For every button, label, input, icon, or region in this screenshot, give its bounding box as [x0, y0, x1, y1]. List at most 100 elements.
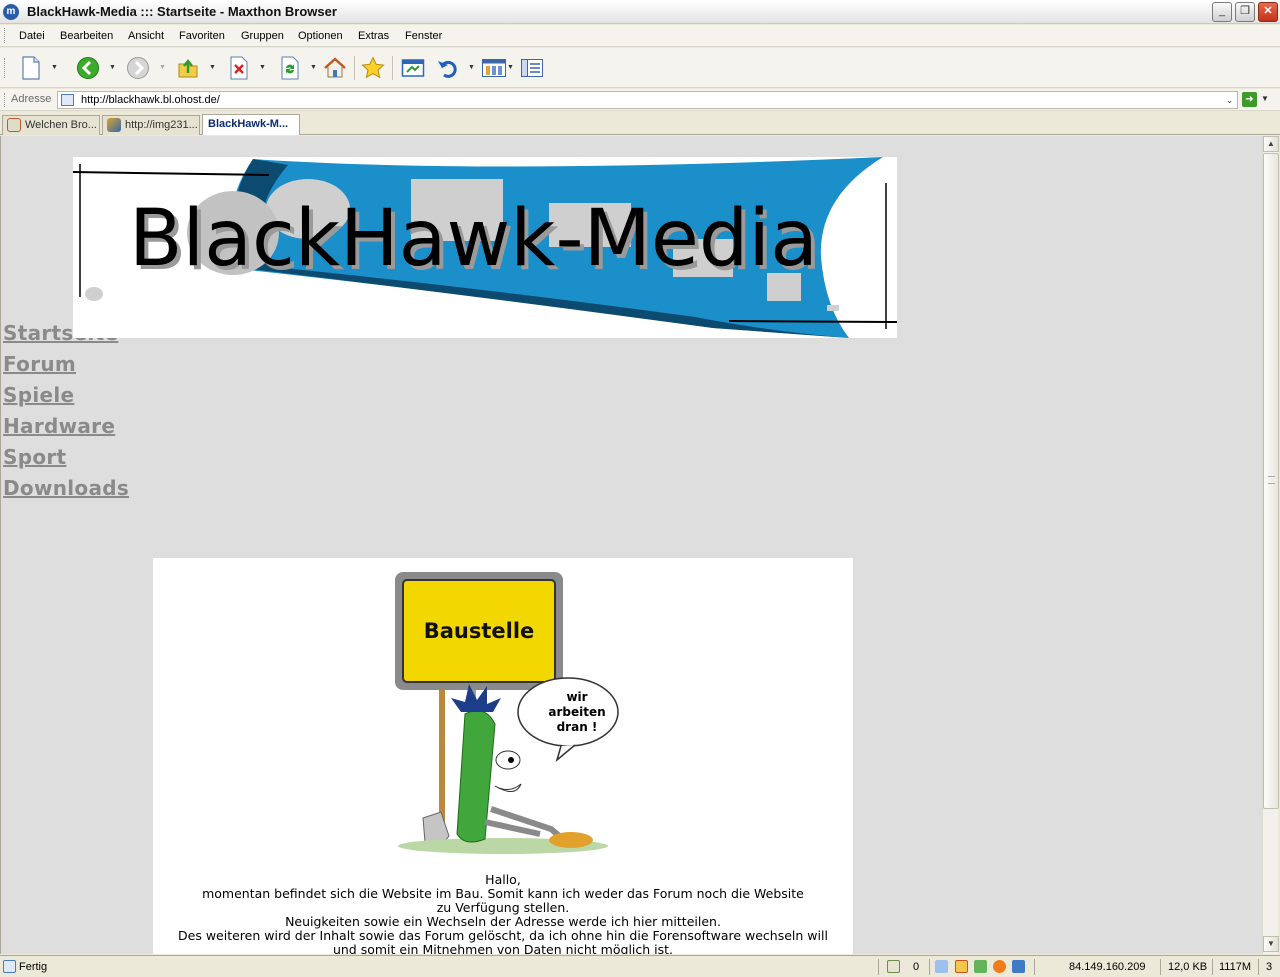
- menu-gruppen[interactable]: Gruppen: [241, 30, 284, 42]
- scroll-up-icon[interactable]: ▲: [1263, 136, 1279, 152]
- image-icon: [107, 118, 121, 132]
- menu-fenster[interactable]: Fenster: [405, 30, 442, 42]
- back-dropdown-icon[interactable]: ▼: [109, 64, 116, 71]
- url-history-dropdown-icon[interactable]: ⌄: [1224, 94, 1235, 106]
- construction-illustration: Baustelle wir arbeiten dran !: [395, 572, 619, 854]
- toolbar-separator: [392, 56, 393, 80]
- columns-icon[interactable]: [481, 55, 507, 81]
- stop-dropdown-icon[interactable]: ▼: [259, 64, 266, 71]
- trash-icon[interactable]: [887, 960, 900, 973]
- restore-button[interactable]: ❐: [1235, 2, 1255, 22]
- nav-link-hardware[interactable]: Hardware: [3, 411, 129, 442]
- status-counter: 0: [913, 961, 920, 973]
- page-icon: [7, 118, 21, 132]
- page-status-icon: [3, 960, 16, 973]
- go-arrow-icon[interactable]: ➜: [1242, 92, 1257, 107]
- toolbar-separator: [354, 56, 355, 80]
- construction-message: Hallo, momentan befindet sich die Websit…: [153, 872, 853, 955]
- favorites-star-icon[interactable]: [360, 55, 386, 81]
- url-field[interactable]: ⌄: [57, 91, 1238, 109]
- forward-dropdown-icon[interactable]: ▼: [159, 64, 166, 71]
- status-ip: 84.149.160.209: [1069, 961, 1146, 973]
- bubble-line-1: wir: [566, 690, 587, 704]
- list-view-icon[interactable]: [519, 55, 545, 81]
- status-tabs-count: 3: [1266, 961, 1273, 973]
- bubble-line-3: dran !: [557, 720, 598, 734]
- open-window-icon[interactable]: [400, 55, 426, 81]
- tab-welchen-browser[interactable]: Welchen Bro...: [2, 115, 100, 135]
- undo-dropdown-icon[interactable]: ▼: [468, 64, 475, 71]
- tab-label: http://img231...: [125, 119, 198, 131]
- columns-dropdown-icon[interactable]: ▼: [507, 64, 514, 71]
- page-viewport: Startseite Forum Spiele Hardware Sport D…: [0, 136, 1262, 954]
- network-icon[interactable]: [935, 960, 948, 973]
- refresh-dropdown-icon[interactable]: ▼: [310, 64, 317, 71]
- menu-optionen[interactable]: Optionen: [298, 30, 343, 42]
- bubble-line-2: arbeiten: [548, 705, 605, 719]
- nav-link-spiele[interactable]: Spiele: [3, 380, 129, 411]
- tab-blackhawk-media[interactable]: BlackHawk-M...: [202, 114, 300, 135]
- tab-bar: Welchen Bro... http://img231... BlackHaw…: [0, 112, 1280, 135]
- menu-favoriten[interactable]: Favoriten: [179, 30, 225, 42]
- nav-link-downloads[interactable]: Downloads: [3, 473, 129, 504]
- thumb-grip: [1268, 476, 1275, 484]
- toolbar: ▼ ▼ ▼ ▼ ▼ ▼ ▼ ▼: [0, 48, 1280, 88]
- browser-window: m BlackHawk-Media ::: Startseite - Maxth…: [0, 0, 1280, 977]
- vertical-scrollbar[interactable]: ▲ ▼: [1262, 136, 1279, 954]
- address-bar: Adresse ⌄ ➜ ▼: [0, 89, 1280, 111]
- menu-ansicht[interactable]: Ansicht: [128, 30, 164, 42]
- undo-icon[interactable]: [435, 55, 461, 81]
- url-input[interactable]: [81, 93, 1201, 107]
- address-label: Adresse: [11, 93, 52, 105]
- tab-img231[interactable]: http://img231...: [102, 115, 200, 135]
- nav-link-sport[interactable]: Sport: [3, 442, 129, 473]
- menu-datei[interactable]: Datei: [19, 30, 45, 42]
- message-line: Hallo,: [485, 872, 521, 887]
- up-folder-icon[interactable]: [175, 55, 201, 81]
- nav-link-forum[interactable]: Forum: [3, 349, 129, 380]
- up-dropdown-icon[interactable]: ▼: [209, 64, 216, 71]
- status-separator: [1212, 959, 1213, 975]
- scroll-down-icon[interactable]: ▼: [1263, 936, 1279, 952]
- tab-label: Welchen Bro...: [25, 119, 97, 131]
- message-line: zu Verfügung stellen.: [436, 900, 570, 915]
- status-separator: [878, 959, 879, 975]
- banner-title: BlackHawk-Media: [129, 194, 818, 284]
- back-icon[interactable]: [75, 55, 101, 81]
- status-memory: 1117M: [1219, 961, 1252, 973]
- window-title: BlackHawk-Media ::: Startseite - Maxthon…: [27, 4, 337, 19]
- minimize-button[interactable]: _: [1212, 2, 1232, 22]
- stop-icon[interactable]: [226, 55, 252, 81]
- go-dropdown-icon[interactable]: ▼: [1261, 94, 1269, 103]
- ad-filter-icon[interactable]: [974, 960, 987, 973]
- home-icon[interactable]: [322, 55, 348, 81]
- title-bar: m BlackHawk-Media ::: Startseite - Maxth…: [0, 0, 1280, 24]
- new-page-icon[interactable]: [18, 55, 44, 81]
- status-bar: Fertig 0 84.149.160.209 12,0 KB 1117M 3: [0, 955, 1280, 977]
- status-size: 12,0 KB: [1168, 961, 1208, 973]
- scroll-thumb[interactable]: [1263, 153, 1279, 809]
- new-page-dropdown-icon[interactable]: ▼: [51, 64, 58, 71]
- close-button[interactable]: ✕: [1258, 2, 1278, 22]
- menu-bearbeiten[interactable]: Bearbeiten: [60, 30, 113, 42]
- status-text: Fertig: [19, 961, 48, 973]
- popup-blocker-icon[interactable]: [955, 960, 968, 973]
- refresh-icon[interactable]: [277, 55, 303, 81]
- toolbar-grip[interactable]: [4, 58, 7, 78]
- status-separator: [1160, 959, 1161, 975]
- status-separator: [929, 959, 930, 975]
- menu-bar: Datei Bearbeiten Ansicht Favoriten Grupp…: [0, 25, 1280, 47]
- message-line: und somit ein Mitnehmen von Daten nicht …: [332, 942, 674, 955]
- address-grip[interactable]: [4, 93, 7, 107]
- mouse-gesture-icon[interactable]: [1012, 960, 1025, 973]
- content-area: Baustelle wir arbeiten dran ! Hallo, mom…: [153, 558, 853, 954]
- plugin-icon[interactable]: [993, 960, 1006, 973]
- menu-extras[interactable]: Extras: [358, 30, 389, 42]
- sign-text: Baustelle: [424, 619, 535, 643]
- message-line: momentan befindet sich die Website im Ba…: [202, 886, 804, 901]
- message-line: Des weiteren wird der Inhalt sowie das F…: [178, 928, 828, 943]
- menu-grip[interactable]: [4, 28, 7, 43]
- status-separator: [1258, 959, 1259, 975]
- site-banner: BlackHawk-Media BlackHawk-Media: [73, 157, 897, 338]
- forward-icon[interactable]: [125, 55, 151, 81]
